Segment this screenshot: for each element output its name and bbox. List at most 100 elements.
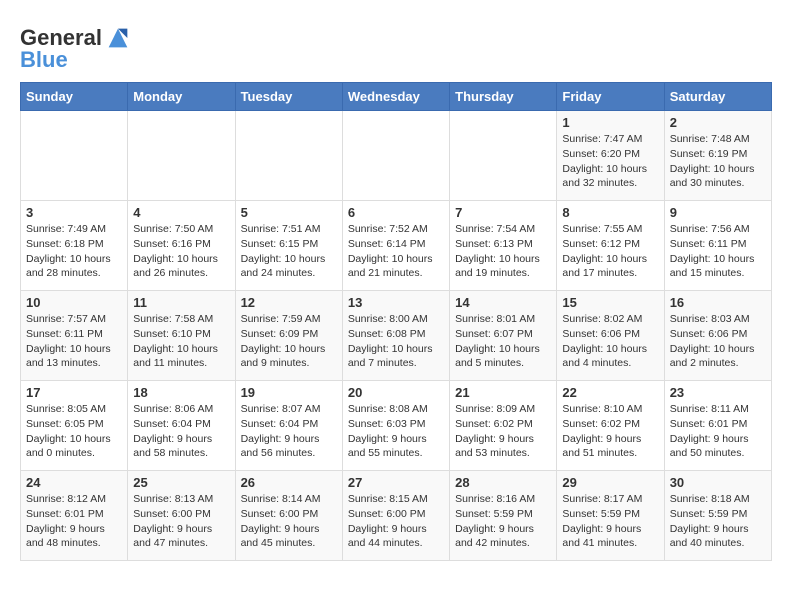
weekday-header-sunday: Sunday xyxy=(21,83,128,111)
day-number: 22 xyxy=(562,385,658,400)
day-number: 13 xyxy=(348,295,444,310)
calendar-cell: 21Sunrise: 8:09 AMSunset: 6:02 PMDayligh… xyxy=(450,381,557,471)
calendar-cell: 13 Sunrise: 8:00 AMSunset: 6:08 PMDayligh… xyxy=(342,291,449,381)
calendar-row-4: 24 Sunrise: 8:12 AMSunset: 6:01 PMDayligh… xyxy=(21,471,772,561)
calendar-cell: 22 Sunrise: 8:10 AMSunset: 6:02 PMDayligh… xyxy=(557,381,664,471)
calendar-cell xyxy=(21,111,128,201)
calendar-cell xyxy=(128,111,235,201)
calendar-cell: 3Sunrise: 7:49 AMSunset: 6:18 PMDaylight… xyxy=(21,201,128,291)
day-number: 23 xyxy=(670,385,766,400)
calendar-cell: 16Sunrise: 8:03 AMSunset: 6:06 PMDayligh… xyxy=(664,291,771,381)
day-number: 29 xyxy=(562,475,658,490)
cell-content: Sunrise: 8:17 AMSunset: 5:59 PMDaylight:… xyxy=(562,492,658,551)
calendar-cell: 7 Sunrise: 7:54 AMSunset: 6:13 PMDaylight… xyxy=(450,201,557,291)
calendar-cell: 29 Sunrise: 8:17 AMSunset: 5:59 PMDayligh… xyxy=(557,471,664,561)
day-number: 15 xyxy=(562,295,658,310)
cell-content: Sunrise: 7:55 AMSunset: 6:12 PMDaylight:… xyxy=(562,222,658,281)
calendar-cell xyxy=(450,111,557,201)
cell-content: Sunrise: 8:11 AMSunset: 6:01 PMDaylight:… xyxy=(670,402,766,461)
cell-content: Sunrise: 7:57 AMSunset: 6:11 PMDaylight:… xyxy=(26,312,122,371)
day-number: 20 xyxy=(348,385,444,400)
calendar-cell: 15 Sunrise: 8:02 AMSunset: 6:06 PMDayligh… xyxy=(557,291,664,381)
day-number: 21 xyxy=(455,385,551,400)
calendar-cell xyxy=(235,111,342,201)
cell-content: Sunrise: 8:03 AMSunset: 6:06 PMDaylight:… xyxy=(670,312,766,371)
cell-content: Sunrise: 7:56 AMSunset: 6:11 PMDaylight:… xyxy=(670,222,766,281)
cell-content: Sunrise: 8:10 AMSunset: 6:02 PMDaylight:… xyxy=(562,402,658,461)
cell-content: Sunrise: 7:52 AMSunset: 6:14 PMDaylight:… xyxy=(348,222,444,281)
logo: General Blue xyxy=(20,24,132,72)
calendar-cell: 24 Sunrise: 8:12 AMSunset: 6:01 PMDayligh… xyxy=(21,471,128,561)
cell-content: Sunrise: 8:07 AMSunset: 6:04 PMDaylight:… xyxy=(241,402,337,461)
cell-content: Sunrise: 7:58 AMSunset: 6:10 PMDaylight:… xyxy=(133,312,229,371)
calendar-cell: 6 Sunrise: 7:52 AMSunset: 6:14 PMDaylight… xyxy=(342,201,449,291)
calendar-cell: 11 Sunrise: 7:58 AMSunset: 6:10 PMDayligh… xyxy=(128,291,235,381)
day-number: 6 xyxy=(348,205,444,220)
day-number: 19 xyxy=(241,385,337,400)
calendar-cell: 1Sunrise: 7:47 AMSunset: 6:20 PMDaylight… xyxy=(557,111,664,201)
cell-content: Sunrise: 8:15 AMSunset: 6:00 PMDaylight:… xyxy=(348,492,444,551)
cell-content: Sunrise: 7:49 AMSunset: 6:18 PMDaylight:… xyxy=(26,222,122,281)
cell-content: Sunrise: 8:13 AMSunset: 6:00 PMDaylight:… xyxy=(133,492,229,551)
day-number: 9 xyxy=(670,205,766,220)
day-number: 28 xyxy=(455,475,551,490)
calendar-row-2: 10 Sunrise: 7:57 AMSunset: 6:11 PMDayligh… xyxy=(21,291,772,381)
day-number: 27 xyxy=(348,475,444,490)
cell-content: Sunrise: 7:54 AMSunset: 6:13 PMDaylight:… xyxy=(455,222,551,281)
cell-content: Sunrise: 8:02 AMSunset: 6:06 PMDaylight:… xyxy=(562,312,658,371)
calendar-row-0: 1Sunrise: 7:47 AMSunset: 6:20 PMDaylight… xyxy=(21,111,772,201)
logo-text-blue: Blue xyxy=(20,48,68,72)
calendar-cell: 14 Sunrise: 8:01 AMSunset: 6:07 PMDayligh… xyxy=(450,291,557,381)
day-number: 18 xyxy=(133,385,229,400)
calendar-cell: 9 Sunrise: 7:56 AMSunset: 6:11 PMDaylight… xyxy=(664,201,771,291)
calendar-cell: 20 Sunrise: 8:08 AMSunset: 6:03 PMDayligh… xyxy=(342,381,449,471)
weekday-header-wednesday: Wednesday xyxy=(342,83,449,111)
day-number: 7 xyxy=(455,205,551,220)
weekday-header-friday: Friday xyxy=(557,83,664,111)
cell-content: Sunrise: 7:51 AMSunset: 6:15 PMDaylight:… xyxy=(241,222,337,281)
weekday-header-monday: Monday xyxy=(128,83,235,111)
calendar-cell: 5 Sunrise: 7:51 AMSunset: 6:15 PMDaylight… xyxy=(235,201,342,291)
weekday-header-saturday: Saturday xyxy=(664,83,771,111)
calendar-cell: 26 Sunrise: 8:14 AMSunset: 6:00 PMDayligh… xyxy=(235,471,342,561)
cell-content: Sunrise: 8:14 AMSunset: 6:00 PMDaylight:… xyxy=(241,492,337,551)
day-number: 14 xyxy=(455,295,551,310)
cell-content: Sunrise: 8:12 AMSunset: 6:01 PMDaylight:… xyxy=(26,492,122,551)
day-number: 30 xyxy=(670,475,766,490)
calendar-cell: 8 Sunrise: 7:55 AMSunset: 6:12 PMDaylight… xyxy=(557,201,664,291)
day-number: 10 xyxy=(26,295,122,310)
logo-icon xyxy=(104,24,132,52)
header: General Blue xyxy=(20,20,772,72)
cell-content: Sunrise: 8:08 AMSunset: 6:03 PMDaylight:… xyxy=(348,402,444,461)
day-number: 2 xyxy=(670,115,766,130)
cell-content: Sunrise: 7:50 AMSunset: 6:16 PMDaylight:… xyxy=(133,222,229,281)
calendar-cell: 27 Sunrise: 8:15 AMSunset: 6:00 PMDayligh… xyxy=(342,471,449,561)
calendar-cell: 10 Sunrise: 7:57 AMSunset: 6:11 PMDayligh… xyxy=(21,291,128,381)
calendar-cell: 23 Sunrise: 8:11 AMSunset: 6:01 PMDayligh… xyxy=(664,381,771,471)
calendar-cell: 17Sunrise: 8:05 AMSunset: 6:05 PMDayligh… xyxy=(21,381,128,471)
calendar-cell: 25 Sunrise: 8:13 AMSunset: 6:00 PMDayligh… xyxy=(128,471,235,561)
calendar-cell: 4Sunrise: 7:50 AMSunset: 6:16 PMDaylight… xyxy=(128,201,235,291)
calendar-row-3: 17Sunrise: 8:05 AMSunset: 6:05 PMDayligh… xyxy=(21,381,772,471)
day-number: 17 xyxy=(26,385,122,400)
calendar-row-1: 3Sunrise: 7:49 AMSunset: 6:18 PMDaylight… xyxy=(21,201,772,291)
cell-content: Sunrise: 8:00 AMSunset: 6:08 PMDaylight:… xyxy=(348,312,444,371)
day-number: 5 xyxy=(241,205,337,220)
calendar-cell: 30Sunrise: 8:18 AMSunset: 5:59 PMDayligh… xyxy=(664,471,771,561)
day-number: 25 xyxy=(133,475,229,490)
calendar-cell: 28 Sunrise: 8:16 AMSunset: 5:59 PMDayligh… xyxy=(450,471,557,561)
day-number: 26 xyxy=(241,475,337,490)
cell-content: Sunrise: 7:47 AMSunset: 6:20 PMDaylight:… xyxy=(562,132,658,191)
day-number: 11 xyxy=(133,295,229,310)
weekday-header-thursday: Thursday xyxy=(450,83,557,111)
calendar-cell: 18 Sunrise: 8:06 AMSunset: 6:04 PMDayligh… xyxy=(128,381,235,471)
day-number: 8 xyxy=(562,205,658,220)
day-number: 24 xyxy=(26,475,122,490)
calendar-cell: 2Sunrise: 7:48 AMSunset: 6:19 PMDaylight… xyxy=(664,111,771,201)
cell-content: Sunrise: 8:16 AMSunset: 5:59 PMDaylight:… xyxy=(455,492,551,551)
calendar-cell: 19 Sunrise: 8:07 AMSunset: 6:04 PMDayligh… xyxy=(235,381,342,471)
cell-content: Sunrise: 8:06 AMSunset: 6:04 PMDaylight:… xyxy=(133,402,229,461)
day-number: 12 xyxy=(241,295,337,310)
cell-content: Sunrise: 8:01 AMSunset: 6:07 PMDaylight:… xyxy=(455,312,551,371)
cell-content: Sunrise: 7:59 AMSunset: 6:09 PMDaylight:… xyxy=(241,312,337,371)
